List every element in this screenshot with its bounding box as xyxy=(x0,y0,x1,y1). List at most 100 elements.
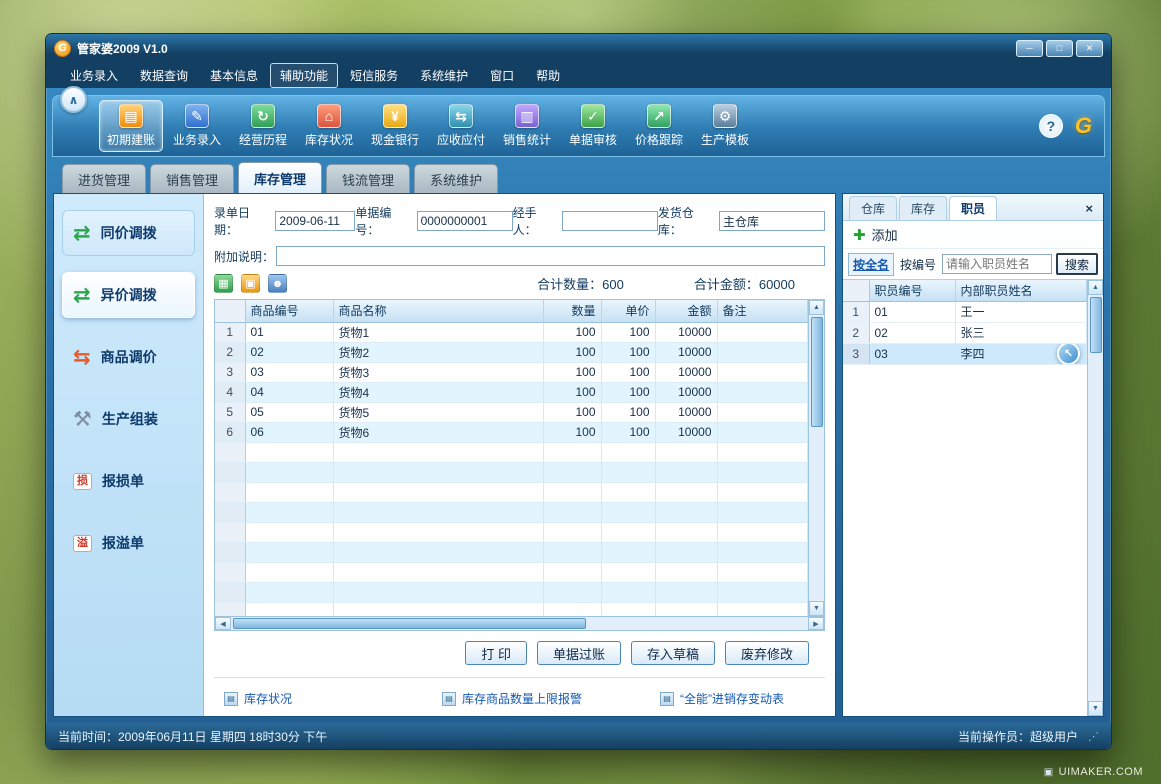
scroll-down-icon[interactable]: ▼ xyxy=(809,601,824,616)
table-row-empty[interactable] xyxy=(215,562,808,582)
tab-warehouse[interactable]: 仓库 xyxy=(849,196,897,220)
rownum-header xyxy=(215,300,245,322)
toolbar-production-template[interactable]: ⚙ 生产模板 xyxy=(693,100,757,152)
table-row-empty[interactable] xyxy=(215,462,808,482)
calculator-icon[interactable]: ▣ xyxy=(241,274,260,293)
col-header-amount: 金额 xyxy=(655,300,717,322)
employee-search-input[interactable] xyxy=(942,254,1052,274)
date-input[interactable] xyxy=(275,211,355,231)
toolbar-inventory-status[interactable]: ⌂ 库存状况 xyxy=(297,100,361,152)
spreadsheet-icon[interactable]: ▦ xyxy=(214,274,233,293)
menu-sms-service[interactable]: 短信服务 xyxy=(340,63,408,88)
scroll-left-icon[interactable]: ◀ xyxy=(215,617,231,630)
sidebar-item-production-assembly[interactable]: ⚒ 生产组装 xyxy=(62,396,195,442)
table-row-empty[interactable] xyxy=(215,502,808,522)
save-draft-button[interactable]: 存入草稿 xyxy=(631,641,715,665)
warehouse-input[interactable] xyxy=(719,211,825,231)
scroll-up-icon[interactable]: ▲ xyxy=(809,300,824,315)
menu-system-maintenance[interactable]: 系统维护 xyxy=(410,63,478,88)
toolbar-cash-bank[interactable]: ¥ 现金银行 xyxy=(363,100,427,152)
tab-inventory-management[interactable]: 库存管理 xyxy=(238,162,322,193)
table-row[interactable]: 505 货物5100 10010000 xyxy=(215,402,808,422)
resize-grip[interactable]: ⋰ xyxy=(1088,730,1099,743)
toolbar-item-label: 应收应付 xyxy=(437,131,485,148)
sidebar-item-overflow-report[interactable]: 溢 报溢单 xyxy=(62,520,195,566)
tab-inventory[interactable]: 库存 xyxy=(899,196,947,220)
table-row[interactable]: 606 货物6100 10010000 xyxy=(215,422,808,442)
tab-cashflow-management[interactable]: 钱流管理 xyxy=(326,164,410,193)
link-almighty-flow-report[interactable]: ▤ “全能”进销存变动表 xyxy=(660,690,821,707)
filter-by-fullname[interactable]: 按全名 xyxy=(848,253,894,276)
table-row-empty[interactable] xyxy=(215,482,808,502)
close-button[interactable]: ✕ xyxy=(1076,40,1103,57)
table-row[interactable]: 404 货物4100 10010000 xyxy=(215,382,808,402)
sidebar-item-same-price-transfer[interactable]: ⇄ 同价调拨 xyxy=(62,210,195,256)
link-qty-upper-limit-alert[interactable]: ▤ 库存商品数量上限报警 xyxy=(442,690,660,707)
menu-help[interactable]: 帮助 xyxy=(526,63,570,88)
print-button[interactable]: 打 印 xyxy=(465,641,527,665)
toolbar-receivable-payable[interactable]: ⇆ 应收应付 xyxy=(429,100,493,152)
titlebar[interactable]: G 管家婆2009 V1.0 ─ □ ✕ xyxy=(46,34,1111,62)
table-row-empty[interactable] xyxy=(215,602,808,616)
handler-input[interactable] xyxy=(562,211,658,231)
collapse-toolbar-button[interactable]: ∧ xyxy=(60,86,87,113)
employee-row-selected[interactable]: 3 03 李四 ↖ xyxy=(843,343,1087,364)
post-document-button[interactable]: 单据过账 xyxy=(537,641,621,665)
scroll-thumb[interactable] xyxy=(1090,297,1102,353)
table-row-empty[interactable] xyxy=(215,542,808,562)
employee-row[interactable]: 2 02 张三 xyxy=(843,322,1087,343)
search-button[interactable]: 搜索 xyxy=(1056,253,1098,275)
menu-aux-functions[interactable]: 辅助功能 xyxy=(270,63,338,88)
tab-system-maintenance[interactable]: 系统维护 xyxy=(414,164,498,193)
grid-vertical-scrollbar[interactable]: ▲ ▼ xyxy=(808,300,824,616)
menu-window[interactable]: 窗口 xyxy=(480,63,524,88)
toolbar-business-entry[interactable]: ✎ 业务录入 xyxy=(165,100,229,152)
table-row[interactable]: 101 货物1100 10010000 xyxy=(215,322,808,342)
minimize-button[interactable]: ─ xyxy=(1016,40,1043,57)
grid-horizontal-scrollbar[interactable]: ◀ ▶ xyxy=(214,617,825,631)
menu-data-query[interactable]: 数据查询 xyxy=(130,63,198,88)
link-inventory-status[interactable]: ▤ 库存状况 xyxy=(224,690,442,707)
table-row[interactable]: 202 货物2100 10010000 xyxy=(215,342,808,362)
sidebar-item-diff-price-transfer[interactable]: ⇄ 异价调拨 xyxy=(62,272,195,318)
table-row-empty[interactable] xyxy=(215,442,808,462)
note-input[interactable] xyxy=(276,246,825,266)
sidebar-item-label: 报溢单 xyxy=(102,533,144,553)
employee-row[interactable]: 1 01 王一 xyxy=(843,301,1087,322)
col-header-qty: 数量 xyxy=(543,300,601,322)
scroll-down-icon[interactable]: ▼ xyxy=(1088,701,1103,716)
scroll-thumb[interactable] xyxy=(811,317,823,427)
total-amount-value: 60000 xyxy=(759,277,795,292)
tab-purchase-management[interactable]: 进货管理 xyxy=(62,164,146,193)
table-row-empty[interactable] xyxy=(215,582,808,602)
help-icon[interactable]: ? xyxy=(1039,114,1063,138)
filter-by-code[interactable]: 按编号 xyxy=(898,254,938,275)
col-header-emp-name: 内部职员姓名 xyxy=(955,280,1087,301)
toolbar-business-history[interactable]: ↻ 经营历程 xyxy=(231,100,295,152)
add-employee-button[interactable]: ✚ 添加 xyxy=(843,221,1103,249)
scroll-up-icon[interactable]: ▲ xyxy=(1088,280,1103,295)
table-row-empty[interactable] xyxy=(215,522,808,542)
menu-business-entry[interactable]: 业务录入 xyxy=(60,63,128,88)
tab-sales-management[interactable]: 销售管理 xyxy=(150,164,234,193)
price-tracking-icon: ↗ xyxy=(647,104,671,128)
note-label: 附加说明： xyxy=(214,248,274,265)
discard-changes-button[interactable]: 废弃修改 xyxy=(725,641,809,665)
tab-employee[interactable]: 职员 xyxy=(949,196,997,220)
toolbar-document-audit[interactable]: ✓ 单据审核 xyxy=(561,100,625,152)
sidebar-item-price-adjust[interactable]: ⇆ 商品调价 xyxy=(62,334,195,380)
sidebar-item-loss-report[interactable]: 损 报损单 xyxy=(62,458,195,504)
table-row[interactable]: 303 货物3100 10010000 xyxy=(215,362,808,382)
toolbar-sales-statistics[interactable]: ▥ 销售统计 xyxy=(495,100,559,152)
toolbar-price-tracking[interactable]: ↗ 价格跟踪 xyxy=(627,100,691,152)
scroll-thumb[interactable] xyxy=(233,618,586,629)
doc-no-input[interactable] xyxy=(417,211,513,231)
scroll-right-icon[interactable]: ▶ xyxy=(808,617,824,630)
menu-basic-info[interactable]: 基本信息 xyxy=(200,63,268,88)
sidebar-item-label: 报损单 xyxy=(102,471,144,491)
maximize-button[interactable]: □ xyxy=(1046,40,1073,57)
person-icon[interactable]: ☻ xyxy=(268,274,287,293)
panel-vertical-scrollbar[interactable]: ▲ ▼ xyxy=(1087,280,1103,716)
toolbar-initial-ledger[interactable]: ▤ 初期建账 xyxy=(99,100,163,152)
panel-close-icon[interactable]: × xyxy=(1081,201,1097,216)
